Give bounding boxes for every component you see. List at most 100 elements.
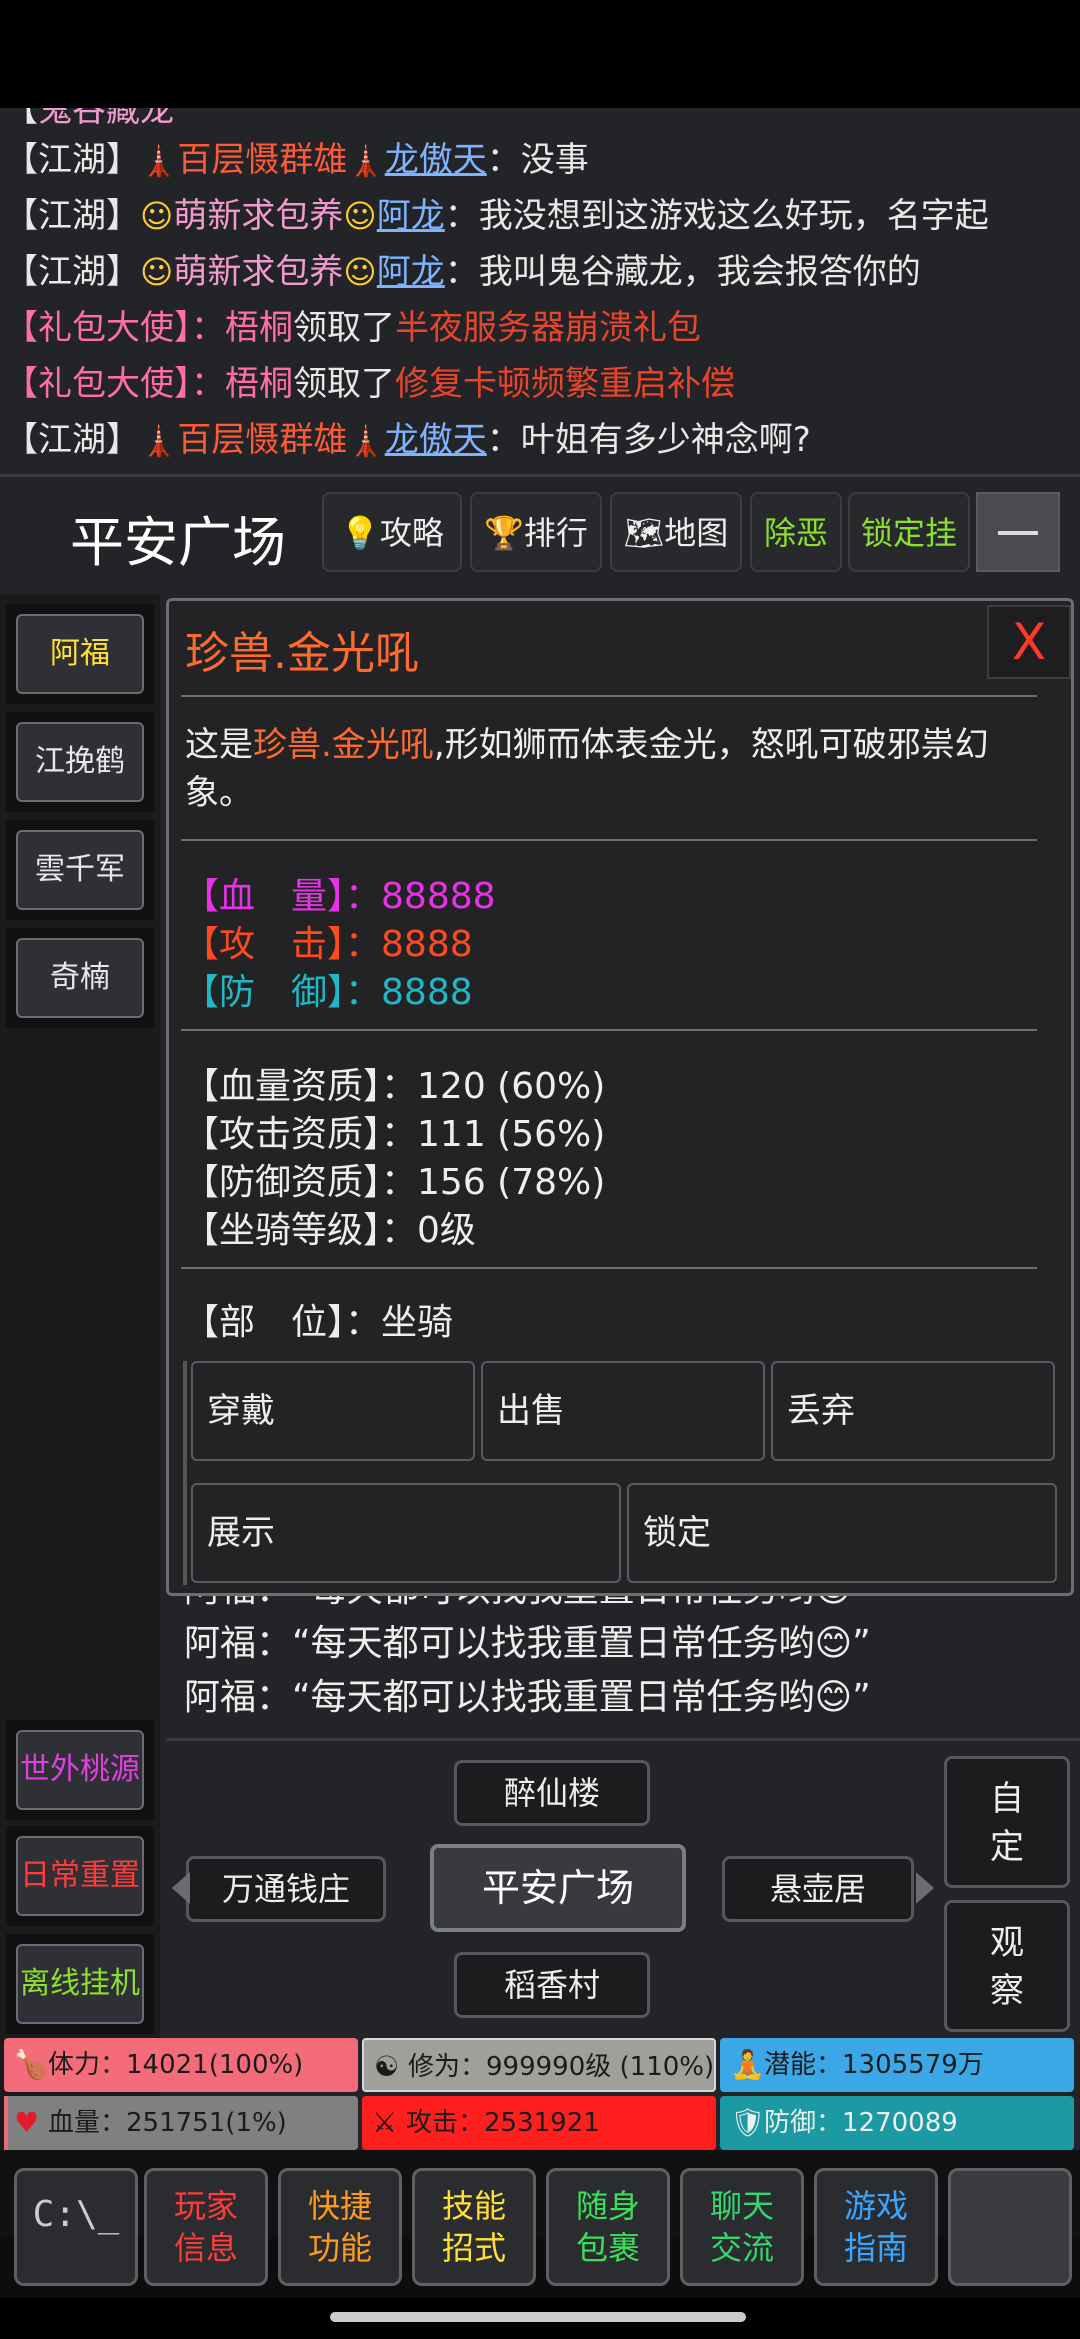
chat-user-name[interactable]: 龙傲天	[385, 420, 487, 460]
home-indicator[interactable]	[330, 2312, 746, 2322]
custom-button[interactable]: 自定	[944, 1756, 1070, 1888]
console-button[interactable]: C:\_	[14, 2168, 138, 2286]
map-east-button[interactable]: 悬壶居	[722, 1856, 914, 1922]
npc-item[interactable]: 奇楠	[6, 928, 154, 1028]
modal-title: 珍兽.金光吼	[185, 628, 419, 679]
npc-name[interactable]: 雲千军	[16, 830, 144, 910]
purge-evil-button[interactable]: 除恶	[750, 492, 842, 572]
side-action-label[interactable]: 世外桃源	[16, 1730, 144, 1810]
quality-defense: 【防御资质】：156 (78%)	[183, 1153, 605, 1205]
chat-line[interactable]: 【礼包大使】：梧桐领取了半夜服务器崩溃礼包	[4, 300, 701, 356]
status-bar	[0, 0, 1080, 108]
npc-item[interactable]: 江挽鹤	[6, 712, 154, 812]
potential-label: 潜能：1305579万	[764, 2050, 984, 2080]
npc-name[interactable]: 奇楠	[16, 938, 144, 1018]
item-detail-modal: 珍兽.金光吼 X 这是珍兽.金光吼,形如狮而体表金光，怒吼可破邪祟幻 象。 【血 …	[166, 598, 1074, 1596]
hp-bar: ♥ 血量：251751(1%)	[4, 2096, 358, 2150]
map-south-button[interactable]: 稻香村	[454, 1952, 650, 2018]
map-icon: 🗺	[623, 514, 665, 552]
quality-hp: 【血量资质】：120 (60%)	[183, 1057, 605, 1109]
shield-icon: 🛡	[730, 2106, 766, 2139]
chat-verb: 领取了	[293, 308, 395, 348]
trophy-icon: 🏆	[484, 514, 524, 552]
chat-line[interactable]: 【江湖】🗼百层慑群雄🗼龙傲天：叶姐有多少神念啊?	[4, 412, 811, 468]
nav-label: 招式	[441, 2229, 506, 2267]
show-button[interactable]: 展示	[191, 1483, 621, 1583]
stamina-bar: 🍗 体力：14021(100%)	[4, 2038, 358, 2092]
nav-label: 信息	[173, 2229, 238, 2267]
quality-attack: 【攻击资质】：111 (56%)	[183, 1105, 605, 1157]
nav-inventory[interactable]: 随身 包裹	[546, 2168, 670, 2286]
observe-button[interactable]: 观察	[944, 1900, 1070, 2032]
npc-item[interactable]: 阿福	[6, 604, 154, 704]
chat-line[interactable]: 【江湖】☺萌新求包养☺阿龙：我没想到这游戏这么好玩，名字起	[4, 188, 989, 244]
side-action-label[interactable]: 离线挂机	[16, 1944, 144, 2024]
equip-button[interactable]: 穿戴	[191, 1361, 475, 1461]
nav-label: 功能	[307, 2229, 372, 2267]
map-north-button[interactable]: 醉仙楼	[454, 1760, 650, 1826]
guide-button[interactable]: 💡攻略	[322, 492, 462, 572]
stat-value: 88888	[381, 876, 496, 917]
chat-line[interactable]: 【礼包大使】：梧桐领取了修复卡顿频繁重启补偿	[4, 356, 735, 412]
chat-title: 百层慑群雄	[177, 420, 348, 460]
sell-button[interactable]: 出售	[481, 1361, 765, 1461]
minimize-button[interactable]	[976, 492, 1060, 572]
stamina-label: 体力：14021(100%)	[48, 2050, 304, 2080]
npc-item[interactable]: 雲千军	[6, 820, 154, 920]
lock-idle-button[interactable]: 锁定挂	[848, 492, 970, 572]
chat-message: ：没事	[486, 140, 589, 180]
map-west-button[interactable]: 万通钱庄	[186, 1856, 386, 1922]
slot-value: 坐骑	[381, 1302, 454, 1343]
chat-message: ：我叫鬼谷藏龙，我会报答你的	[444, 252, 921, 292]
npc-chat-line: 阿福：“每天都可以找我重置日常任务哟😊”	[184, 1677, 871, 1718]
cultivation-bar: ☯ 修为：999990级 (110%)	[362, 2038, 716, 2092]
side-action-button[interactable]: 离线挂机	[6, 1934, 154, 2034]
side-action-button[interactable]: 日常重置	[6, 1826, 154, 1926]
npc-name[interactable]: 阿福	[16, 614, 144, 694]
tower-icon: 🗼	[140, 144, 178, 179]
divider	[181, 1267, 1037, 1269]
chat-user-name[interactable]: 阿龙	[377, 196, 445, 236]
npc-name[interactable]: 江挽鹤	[16, 722, 144, 802]
nav-skills[interactable]: 技能 招式	[412, 2168, 536, 2286]
potential-bar: 🧘 潜能：1305579万	[720, 2038, 1074, 2092]
chat-log[interactable]: 【鬼谷藏龙 【江湖】🗼百层慑群雄🗼龙傲天：没事 【江湖】☺萌新求包养☺阿龙：我没…	[0, 108, 1080, 468]
slot-label: 【部 位】：	[183, 1302, 382, 1343]
nav-player-info[interactable]: 玩家 信息	[144, 2168, 268, 2286]
quality-value: 0级	[417, 1210, 476, 1251]
chat-channel: 【江湖】	[4, 140, 140, 180]
ranking-button[interactable]: 🏆排行	[470, 492, 602, 572]
map-button[interactable]: 🗺地图	[610, 492, 742, 572]
chat-line[interactable]: 【江湖】☺萌新求包养☺阿龙：我叫鬼谷藏龙，我会报答你的	[4, 244, 921, 300]
item-description: 这是珍兽.金光吼,形如狮而体表金光，怒吼可破邪祟幻 象。	[185, 721, 989, 817]
chat-channel: 【礼包大使】	[4, 308, 191, 348]
close-button[interactable]: X	[987, 605, 1071, 679]
nav-shortcuts[interactable]: 快捷 功能	[278, 2168, 402, 2286]
tower-icon: 🗼	[347, 424, 385, 459]
side-action-label[interactable]: 日常重置	[16, 1836, 144, 1916]
quality-label: 【血量资质】：	[183, 1066, 418, 1107]
quality-value: 111 (56%)	[417, 1114, 606, 1155]
side-action-button[interactable]: 世外桃源	[6, 1720, 154, 1820]
location-title: 平安广场	[70, 511, 286, 574]
npc-chat-line: 阿福：“每天都可以找我重置日常任务哟😊”	[184, 1623, 871, 1664]
nav-guide[interactable]: 游戏 指南	[814, 2168, 938, 2286]
chat-channel: 【江湖】	[4, 420, 140, 460]
observe-label-1: 观	[990, 1923, 1024, 1963]
discard-button[interactable]: 丢弃	[771, 1361, 1055, 1461]
quality-value: 156 (78%)	[417, 1162, 606, 1203]
divider	[181, 1029, 1037, 1031]
chat-user-name[interactable]: 阿龙	[377, 252, 445, 292]
chat-message: ：叶姐有多少神念啊?	[486, 420, 811, 460]
more-button[interactable]	[948, 2168, 1072, 2286]
quality-label: 【防御资质】：	[183, 1162, 418, 1203]
nav-chat[interactable]: 聊天 交流	[680, 2168, 804, 2286]
chat-line[interactable]: 【江湖】🗼百层慑群雄🗼龙傲天：没事	[4, 132, 589, 188]
mount-level: 【坐骑等级】：0级	[183, 1201, 476, 1253]
attack-label: 攻击：2531921	[406, 2108, 600, 2138]
arrow-left-icon	[172, 1872, 190, 1904]
chat-user-name[interactable]: 龙傲天	[385, 140, 487, 180]
chat-message: ：我没想到这游戏这么好玩，名字起	[444, 196, 989, 236]
stat-value: 8888	[381, 972, 473, 1013]
lock-button[interactable]: 锁定	[627, 1483, 1057, 1583]
